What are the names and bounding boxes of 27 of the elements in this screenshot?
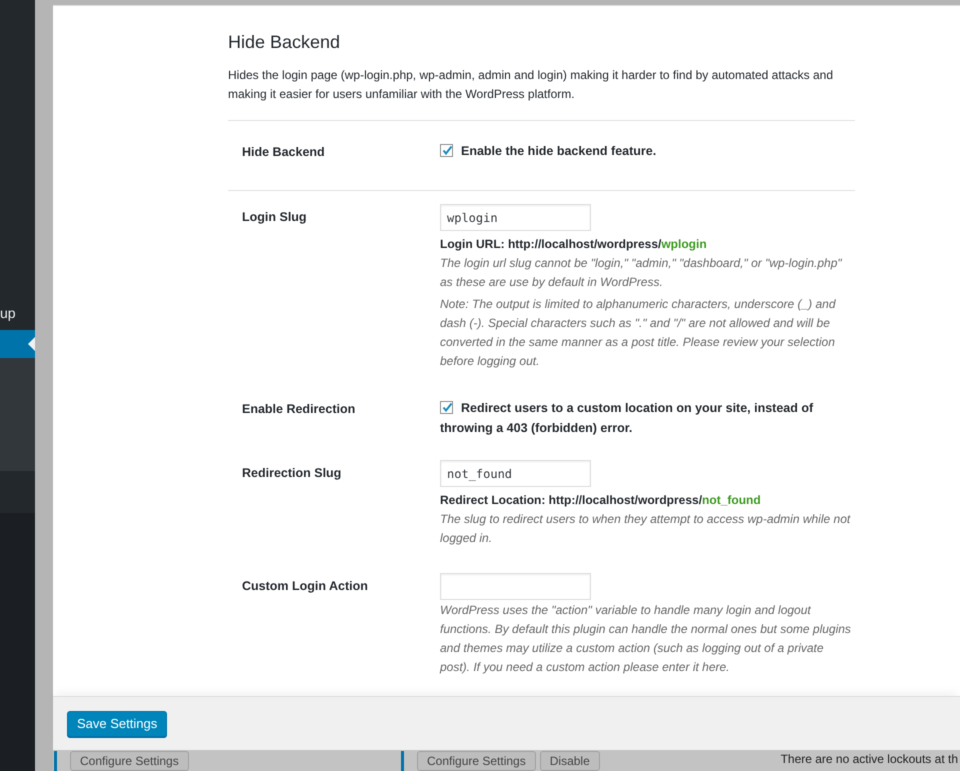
- setting-label: Login Slug: [242, 210, 307, 224]
- sidebar-item[interactable]: up: [0, 302, 35, 330]
- background-button[interactable]: Configure Settings: [417, 751, 536, 771]
- section-title: Hide Backend: [228, 32, 342, 53]
- text-field[interactable]: not_found: [440, 460, 591, 487]
- help-text: The login url slug cannot be "login," "admin," "dashboard," or "wp-login.php" as these are use by default in WordPress.: [440, 255, 843, 291]
- save-settings-button[interactable]: Save Settings: [67, 710, 168, 736]
- setting-label: Custom Login Action: [242, 579, 368, 593]
- checkbox-label[interactable]: Redirect users to a custom location on your site, instead of throwing a 403 (forbidden) error.: [440, 396, 854, 438]
- url-text: Login URL: http://localhost/wordpress/wplogin: [440, 236, 708, 253]
- setting-label: Enable Redirection: [242, 402, 356, 416]
- help-text: Note: The output is limited to alphanumeric characters, underscore (_) and dash (-). Special characters such as "." and "/" are not allowed and will be converted in the same manner as a post title. Please review your selection before logging out.: [440, 296, 837, 370]
- section-description: Hides the login page (wp-login.php, wp-admin, admin and login) making it harder to find by automated attacks and making it easier for users unfamiliar with the WordPress platform.: [228, 67, 834, 103]
- lockouts-text: There are no active lockouts at th: [780, 751, 959, 766]
- sidebar-item[interactable]: [0, 330, 35, 358]
- checkbox[interactable]: [440, 401, 453, 414]
- text-field[interactable]: wplogin: [440, 204, 591, 231]
- setting-label: Redirection Slug: [242, 466, 342, 480]
- background-button[interactable]: Configure Settings: [70, 751, 189, 771]
- url-text: Redirect Location: http://localhost/wordpress/not_found: [440, 492, 762, 509]
- checkbox[interactable]: [440, 144, 453, 157]
- setting-label: Hide Backend: [242, 145, 325, 159]
- help-text: WordPress uses the "action" variable to handle many login and logout functions. By default this plugin can handle the normal ones but some plugins and themes may utilize a custom action (such as logging out of a private post). If you need a custom action please enter it here.: [440, 602, 852, 676]
- checkbox-label[interactable]: Enable the hide backend feature.: [440, 139, 854, 161]
- text-field[interactable]: [440, 573, 591, 600]
- background-button[interactable]: Disable: [540, 751, 600, 771]
- help-text: The slug to redirect users to when they attempt to access wp-admin while not logged in.: [440, 511, 852, 547]
